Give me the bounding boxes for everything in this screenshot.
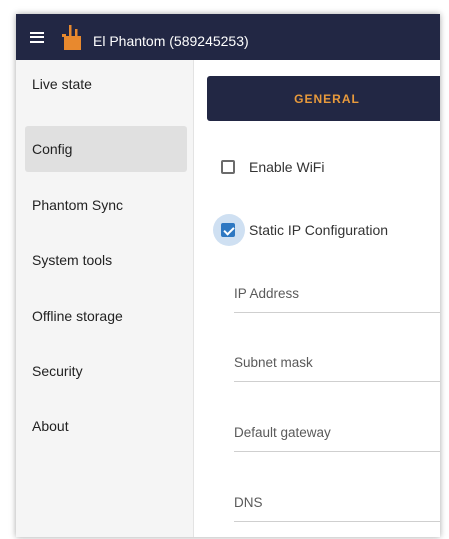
top-app-bar: El Phantom (589245253) bbox=[16, 14, 440, 60]
sidebar-item-label: About bbox=[32, 418, 69, 434]
sidebar-item-live-state[interactable]: Live state bbox=[25, 61, 187, 107]
sidebar-nav: Live state Config Phantom Sync System to… bbox=[16, 60, 194, 537]
enable-wifi-checkbox[interactable] bbox=[221, 160, 235, 174]
static-ip-label: Static IP Configuration bbox=[249, 222, 389, 238]
sidebar-item-phantom-sync[interactable]: Phantom Sync bbox=[25, 182, 187, 228]
dns-label: DNS bbox=[234, 495, 263, 510]
tab-general[interactable]: GENERAL bbox=[207, 76, 440, 121]
enable-wifi-checkbox-row[interactable]: Enable WiFi bbox=[221, 157, 324, 177]
app-title: El Phantom (589245253) bbox=[93, 33, 249, 49]
sidebar-item-label: System tools bbox=[32, 252, 113, 268]
sidebar-item-label: Offline storage bbox=[32, 308, 123, 324]
checkmark-icon bbox=[223, 224, 235, 236]
static-ip-checkbox-row[interactable]: Static IP Configuration bbox=[221, 220, 388, 240]
sidebar-item-security[interactable]: Security bbox=[25, 348, 187, 394]
subnet-mask-label: Subnet mask bbox=[234, 355, 313, 370]
sidebar-item-label: Config bbox=[32, 141, 73, 157]
hamburger-menu-icon[interactable] bbox=[30, 31, 44, 43]
sidebar-item-offline-storage[interactable]: Offline storage bbox=[25, 293, 187, 339]
sidebar-item-label: Live state bbox=[32, 76, 92, 92]
sidebar-item-config[interactable]: Config bbox=[25, 126, 187, 172]
dns-field[interactable]: DNS bbox=[234, 487, 440, 522]
config-panel: GENERAL Enable WiFi Static IP Configurat… bbox=[194, 60, 440, 537]
enable-wifi-label: Enable WiFi bbox=[249, 159, 325, 175]
sidebar-item-about[interactable]: About bbox=[25, 403, 187, 449]
sidebar-item-system-tools[interactable]: System tools bbox=[25, 237, 187, 283]
ip-address-field[interactable]: IP Address bbox=[234, 278, 440, 313]
app-window: El Phantom (589245253) Live state Config… bbox=[16, 14, 440, 537]
default-gateway-field[interactable]: Default gateway bbox=[234, 417, 440, 452]
ip-address-label: IP Address bbox=[234, 286, 300, 301]
sidebar-item-label: Phantom Sync bbox=[32, 197, 124, 213]
phantom-logo-icon bbox=[62, 25, 81, 50]
subnet-mask-field[interactable]: Subnet mask bbox=[234, 347, 440, 382]
default-gateway-label: Default gateway bbox=[234, 425, 331, 440]
static-ip-checkbox[interactable] bbox=[221, 223, 235, 237]
sidebar-item-label: Security bbox=[32, 363, 83, 379]
